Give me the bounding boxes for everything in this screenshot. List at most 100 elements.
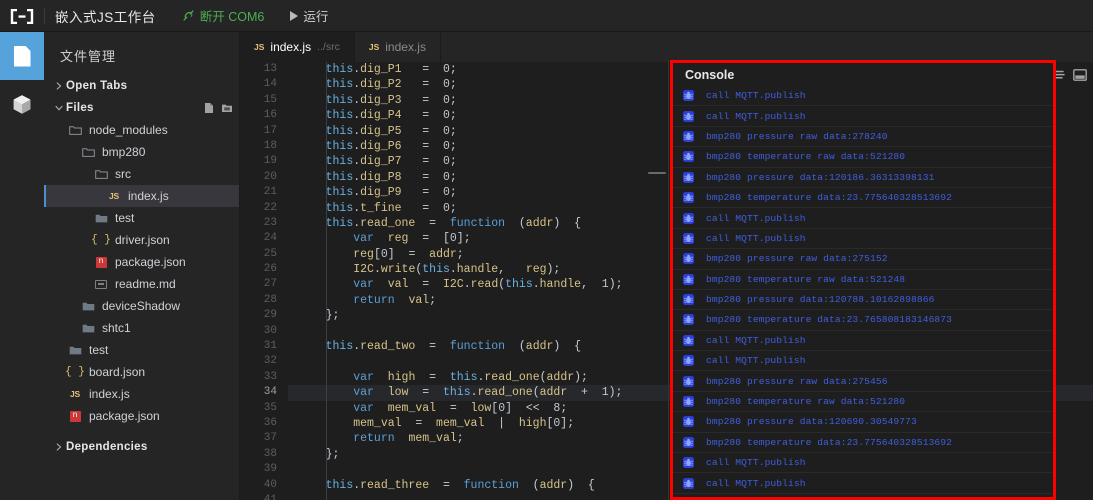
files-section-actions <box>203 102 233 114</box>
dependencies-label: Dependencies <box>66 441 148 453</box>
bug-icon <box>683 232 694 244</box>
activity-item-packages[interactable] <box>0 80 44 128</box>
line-number: 28 <box>263 293 277 306</box>
js-icon: JS <box>70 389 80 399</box>
console-log-row[interactable]: bmp280 temperature data:23.7756403285136… <box>673 188 1053 209</box>
tree-item-package-json[interactable]: n package.json <box>44 405 239 427</box>
console-log-row[interactable]: bmp280 pressure data:120788.10162898866 <box>673 290 1053 311</box>
sidebar: 文件管理 Open Tabs Files node_modules bmp280… <box>44 32 240 500</box>
tree-item-label: board.json <box>89 365 146 379</box>
plug-disconnect-icon <box>182 9 195 22</box>
tree-item-shtc1[interactable]: shtc1 <box>44 317 239 339</box>
line-number: 24 <box>263 232 277 245</box>
sidebar-section-dependencies[interactable]: Dependencies <box>44 436 239 458</box>
chevron-right-icon <box>52 79 66 93</box>
console-log-message: bmp280 temperature raw data:521280 <box>706 151 906 163</box>
new-folder-icon[interactable] <box>221 102 233 114</box>
line-number: 21 <box>263 186 277 199</box>
line-number: 20 <box>263 170 277 183</box>
console-log-row[interactable]: bmp280 pressure raw data:275152 <box>673 249 1053 270</box>
editor-tab-0[interactable]: JS index.js ../src <box>240 32 355 62</box>
tree-item-node-modules[interactable]: node_modules <box>44 119 239 141</box>
panel-resize-handle[interactable] <box>648 172 666 174</box>
console-log-message: call MQTT.publish <box>706 477 806 489</box>
tree-item-src[interactable]: src <box>44 163 239 185</box>
tree-item-label: bmp280 <box>102 145 146 159</box>
console-log-row[interactable]: call MQTT.publish <box>673 106 1053 127</box>
console-log-row[interactable]: call MQTT.publish <box>673 208 1053 229</box>
tree-item-test[interactable]: test <box>44 207 239 229</box>
line-number: 39 <box>263 463 277 476</box>
line-number: 41 <box>263 493 277 500</box>
console-log-row[interactable]: bmp280 pressure data:120186.36313398131 <box>673 168 1053 188</box>
bug-icon <box>683 355 694 367</box>
console-log-row[interactable]: bmp280 temperature data:23.7658081831468… <box>673 310 1053 331</box>
tree-item-label: test <box>89 343 109 357</box>
console-log-message: bmp280 pressure data:120186.36313398131 <box>706 171 935 183</box>
console-log-list[interactable]: call MQTT.publish call MQTT.publish bmp280… <box>673 86 1053 497</box>
console-log-row[interactable]: bmp280 temperature raw data:521280 <box>673 147 1053 168</box>
console-panel: Console call MQTT.publish call MQTT.publi… <box>670 60 1056 500</box>
panel-layout-icon[interactable] <box>1073 68 1087 81</box>
console-log-row[interactable]: call MQTT.publish <box>673 229 1053 250</box>
console-log-row[interactable]: bmp280 pressure raw data:278240 <box>673 127 1053 148</box>
line-number: 38 <box>263 447 277 460</box>
file-tree-rows: node_modules bmp280 src JS index.js test { } dr… <box>44 119 239 427</box>
console-log-message: bmp280 temperature raw data:521248 <box>706 273 906 285</box>
tree-item-index-js[interactable]: JS index.js <box>44 185 239 207</box>
console-log-row[interactable]: bmp280 pressure data:120690.30549773 <box>673 412 1053 433</box>
bug-icon <box>683 457 694 469</box>
console-log-row[interactable]: call MQTT.publish <box>673 453 1053 474</box>
console-log-row[interactable]: bmp280 pressure raw data:275456 <box>673 371 1053 392</box>
tree-item-driver-json[interactable]: { } driver.json <box>44 229 239 251</box>
tree-item-label: package.json <box>115 255 186 269</box>
line-number: 27 <box>263 278 277 291</box>
console-log-message: bmp280 temperature data:23.7756403285136… <box>706 436 953 448</box>
bug-icon <box>683 253 694 265</box>
editor-tab-1[interactable]: JS index.js <box>355 32 441 62</box>
console-log-row[interactable]: bmp280 temperature raw data:521280 <box>673 392 1053 413</box>
console-log-message: call MQTT.publish <box>706 334 806 346</box>
title-bar: 嵌入式JS工作台 断开 COM6 运行 <box>0 0 1093 32</box>
console-log-row[interactable]: call MQTT.publish <box>673 351 1053 372</box>
tree-item-board-json[interactable]: { } board.json <box>44 361 239 383</box>
console-log-row[interactable]: call MQTT.publish <box>673 473 1053 494</box>
activity-item-explorer[interactable] <box>0 32 44 80</box>
line-number: 14 <box>263 78 277 91</box>
console-log-row[interactable]: bmp280 temperature raw data:521248 <box>673 270 1053 290</box>
console-log-row[interactable]: bmp280 temperature data:23.7756403285136… <box>673 433 1053 454</box>
new-file-icon[interactable] <box>203 102 215 114</box>
tree-item-package-json[interactable]: n package.json <box>44 251 239 273</box>
line-number: 15 <box>263 93 277 106</box>
tree-item-index-js[interactable]: JS index.js <box>44 383 239 405</box>
js-icon: JS <box>254 42 265 52</box>
run-button[interactable]: 运行 <box>290 6 328 25</box>
bug-icon <box>683 151 694 163</box>
tree-item-test[interactable]: test <box>44 339 239 361</box>
console-log-row[interactable]: call MQTT.publish <box>673 331 1053 352</box>
sidebar-section-files[interactable]: Files <box>44 97 239 119</box>
tree-item-label: test <box>115 211 135 225</box>
folder-filled-icon <box>93 213 109 224</box>
tree-item-deviceshadow[interactable]: deviceShadow <box>44 295 239 317</box>
console-log-message: call MQTT.publish <box>706 110 806 122</box>
tree-item-label: index.js <box>128 189 169 203</box>
chevron-right-icon <box>52 440 66 454</box>
tree-item-bmp280[interactable]: bmp280 <box>44 141 239 163</box>
line-number: 22 <box>263 201 277 214</box>
line-number: 16 <box>263 109 277 122</box>
console-log-message: call MQTT.publish <box>706 232 806 244</box>
brackets-logo-icon <box>10 8 34 24</box>
console-title: Console <box>685 67 735 82</box>
editor-tab-name: index.js <box>270 40 312 54</box>
console-log-row[interactable]: call MQTT.publish <box>673 86 1053 107</box>
line-number: 17 <box>263 124 277 137</box>
disconnect-com-button[interactable]: 断开 COM6 <box>182 6 264 25</box>
tree-item-readme-md[interactable]: readme.md <box>44 273 239 295</box>
console-log-message: bmp280 pressure raw data:275456 <box>706 375 888 387</box>
editor-tab-name: index.js <box>385 40 426 54</box>
line-number: 23 <box>263 216 277 229</box>
play-icon <box>290 10 299 21</box>
line-number: 32 <box>263 355 277 368</box>
sidebar-section-open-tabs[interactable]: Open Tabs <box>44 75 239 97</box>
